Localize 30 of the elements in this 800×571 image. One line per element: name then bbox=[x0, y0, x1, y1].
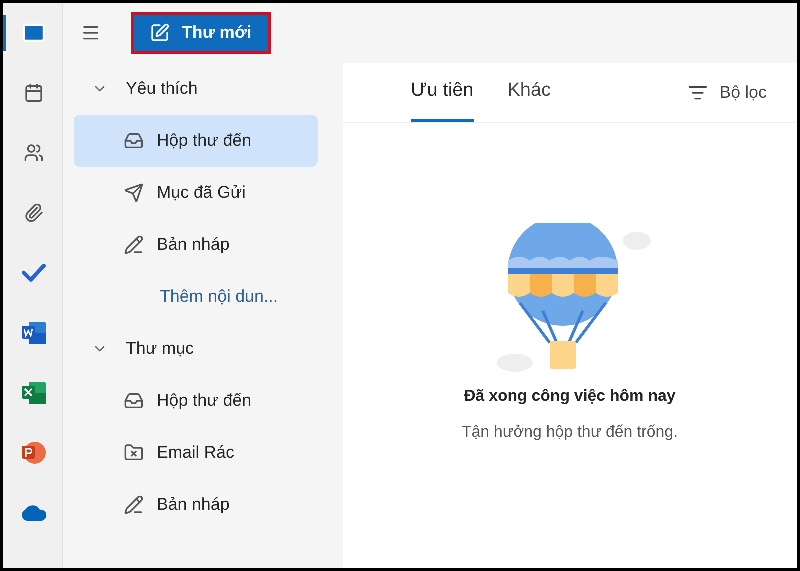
calendar-icon bbox=[24, 83, 44, 103]
cloud-icon bbox=[20, 504, 48, 522]
folder-item[interactable]: Mục đã Gửi bbox=[74, 167, 318, 219]
inbox-icon bbox=[124, 131, 144, 151]
pencil-icon bbox=[124, 495, 144, 515]
tab[interactable]: Khác bbox=[508, 63, 552, 122]
document-app-icon bbox=[21, 321, 47, 345]
folder-item[interactable]: Hộp thư đến bbox=[74, 115, 318, 167]
section-header[interactable]: Yêu thích bbox=[74, 63, 318, 115]
section-header[interactable]: Thư mục bbox=[74, 323, 318, 375]
folder-item[interactable]: Hộp thư đến bbox=[74, 375, 318, 427]
more-link[interactable]: Thêm nội dun... bbox=[74, 271, 318, 323]
paperclip-icon bbox=[24, 203, 44, 223]
folder-item[interactable]: Bản nháp bbox=[74, 479, 318, 531]
spreadsheet-app-icon bbox=[21, 381, 47, 405]
people-icon bbox=[24, 143, 44, 163]
pencil-icon bbox=[124, 235, 144, 255]
new-mail-button[interactable]: Thư mới bbox=[131, 12, 271, 54]
inbox-icon bbox=[124, 391, 144, 411]
folder-item[interactable]: Email Rác bbox=[74, 427, 318, 479]
folder-icon bbox=[124, 443, 144, 463]
empty-state-subtitle: Tận hưởng hộp thư đến trống. bbox=[462, 423, 678, 443]
folder-item[interactable]: Bản nháp bbox=[74, 219, 318, 271]
send-icon bbox=[124, 183, 144, 203]
tab[interactable]: Ưu tiên bbox=[411, 63, 474, 122]
filter-button[interactable]: Bộ lọc bbox=[688, 80, 767, 106]
presentation-app-icon bbox=[21, 441, 47, 465]
compose-icon bbox=[150, 23, 170, 43]
checkmark-icon bbox=[22, 263, 46, 283]
empty-state-title: Đã xong công việc hôm nay bbox=[464, 387, 676, 407]
